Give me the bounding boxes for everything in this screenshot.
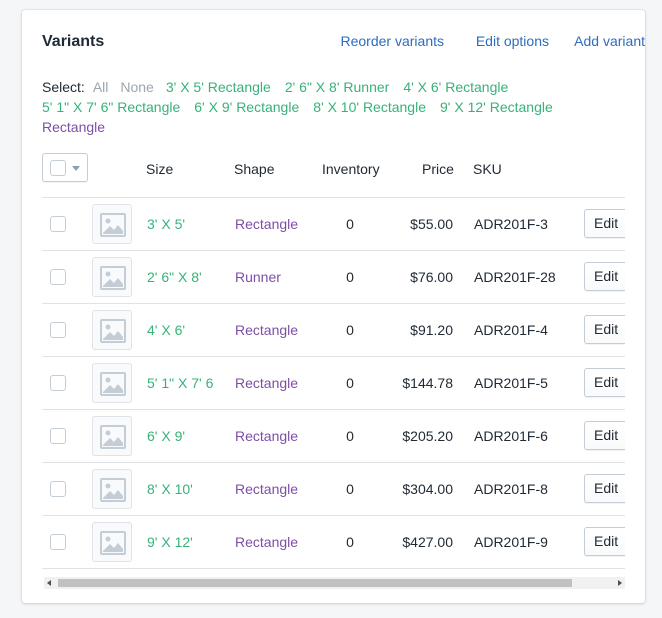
variant-size-link[interactable]: 8' X 10' [147, 463, 219, 515]
variant-price: $55.00 [410, 216, 453, 232]
image-placeholder-icon[interactable] [92, 522, 132, 562]
image-placeholder-icon[interactable] [92, 416, 132, 456]
variant-price: $304.00 [402, 481, 453, 497]
variant-sku: ADR201F-8 [474, 481, 548, 497]
select-all-link[interactable]: All [93, 79, 109, 95]
row-checkbox[interactable] [50, 534, 66, 550]
edit-variant-button[interactable]: Edit [584, 421, 625, 450]
edit-variant-button[interactable]: Edit [584, 368, 625, 397]
chevron-down-icon [72, 166, 80, 171]
row-checkbox[interactable] [50, 216, 66, 232]
variant-shape: Rectangle [235, 322, 299, 338]
edit-options-link[interactable]: Edit options [476, 34, 549, 48]
variant-inventory: 0 [346, 269, 354, 285]
row-checkbox[interactable] [50, 375, 66, 391]
variant-shape: Rectangle [235, 534, 299, 550]
variant-price: $91.20 [410, 322, 453, 338]
variant-size-link[interactable]: 9' X 12' [147, 516, 219, 568]
row-checkbox[interactable] [50, 481, 66, 497]
variant-inventory: 0 [346, 534, 354, 550]
add-variant-link[interactable]: Add variant [574, 34, 645, 48]
table-row: 5' 1" X 7' 6 Rectangle 0 $144.78 ADR201F… [42, 357, 625, 410]
variants-card: Variants Reorder variants Edit options A… [22, 10, 645, 603]
variant-price: $144.78 [402, 375, 453, 391]
edit-variant-button[interactable]: Edit [584, 527, 625, 556]
column-header-size: Size [146, 161, 174, 177]
variant-shape: Rectangle [235, 375, 299, 391]
variant-inventory: 0 [346, 428, 354, 444]
reorder-variants-link[interactable]: Reorder variants [341, 34, 445, 48]
row-checkbox[interactable] [50, 269, 66, 285]
horizontal-scrollbar[interactable] [44, 577, 625, 589]
variant-sku: ADR201F-9 [474, 534, 548, 550]
select-option[interactable]: 3' X 5' Rectangle [166, 79, 271, 95]
table-row: 9' X 12' Rectangle 0 $427.00 ADR201F-9 E… [42, 516, 625, 569]
scroll-right-arrow-icon[interactable] [618, 580, 622, 586]
variant-shape: Runner [235, 269, 281, 285]
variant-inventory: 0 [346, 481, 354, 497]
variant-shape: Rectangle [235, 481, 299, 497]
column-header-price: Price [422, 161, 454, 177]
column-header-sku: SKU [473, 161, 502, 177]
variant-size-link[interactable]: 5' 1" X 7' 6 [147, 357, 219, 409]
variant-sku: ADR201F-3 [474, 216, 548, 232]
variant-sku: ADR201F-28 [474, 269, 556, 285]
image-placeholder-icon[interactable] [92, 469, 132, 509]
table-row: 6' X 9' Rectangle 0 $205.20 ADR201F-6 Ed… [42, 410, 625, 463]
table-row: 3' X 5' Rectangle 0 $55.00 ADR201F-3 Edi… [42, 198, 625, 251]
row-checkbox[interactable] [50, 428, 66, 444]
variant-size-link[interactable]: 3' X 5' [147, 198, 219, 250]
row-checkbox[interactable] [50, 322, 66, 338]
variant-shape: Rectangle [235, 428, 299, 444]
card-header: Variants Reorder variants Edit options A… [42, 34, 645, 54]
select-option[interactable]: 4' X 6' Rectangle [403, 79, 508, 95]
select-option[interactable]: 9' X 12' Rectangle [440, 99, 553, 115]
variant-size-link[interactable]: 6' X 9' [147, 410, 219, 462]
select-option[interactable]: 5' 1" X 7' 6" Rectangle [42, 99, 180, 115]
scroll-left-arrow-icon[interactable] [47, 580, 51, 586]
select-none-link[interactable]: None [120, 79, 153, 95]
select-option[interactable]: 6' X 9' Rectangle [194, 99, 299, 115]
variant-size-link[interactable]: 4' X 6' [147, 304, 219, 356]
variants-table: Size Shape Inventory Price SKU 3' X 5' R… [42, 149, 625, 581]
select-option[interactable]: 8' X 10' Rectangle [313, 99, 426, 115]
variant-size-link[interactable]: 2' 6" X 8' [147, 251, 219, 303]
edit-variant-button[interactable]: Edit [584, 474, 625, 503]
variant-inventory: 0 [346, 216, 354, 232]
edit-variant-button[interactable]: Edit [584, 262, 625, 291]
variant-inventory: 0 [346, 322, 354, 338]
variant-inventory: 0 [346, 375, 354, 391]
select-option[interactable]: 2' 6" X 8' Runner [285, 79, 390, 95]
table-header: Size Shape Inventory Price SKU [42, 149, 625, 198]
variant-sku: ADR201F-5 [474, 375, 548, 391]
image-placeholder-icon[interactable] [92, 310, 132, 350]
column-header-shape: Shape [234, 161, 275, 177]
variant-sku: ADR201F-6 [474, 428, 548, 444]
bulk-select-dropdown[interactable] [42, 153, 88, 182]
image-placeholder-icon[interactable] [92, 363, 132, 403]
image-placeholder-icon[interactable] [92, 257, 132, 297]
variant-price: $205.20 [402, 428, 453, 444]
variant-shape: Rectangle [235, 216, 299, 232]
variant-sku: ADR201F-4 [474, 322, 548, 338]
edit-variant-button[interactable]: Edit [584, 315, 625, 344]
image-placeholder-icon[interactable] [92, 204, 132, 244]
scrollbar-thumb[interactable] [58, 579, 572, 587]
card-title: Variants [42, 33, 105, 50]
variant-price: $76.00 [410, 269, 453, 285]
select-option[interactable]: Rectangle [42, 119, 105, 135]
select-label: Select: [42, 79, 85, 95]
edit-variant-button[interactable]: Edit [584, 209, 625, 238]
table-row: 2' 6" X 8' Runner 0 $76.00 ADR201F-28 Ed… [42, 251, 625, 304]
column-header-inventory: Inventory [322, 161, 380, 177]
variant-price: $427.00 [402, 534, 453, 550]
select-all-checkbox[interactable] [50, 160, 66, 176]
table-row: 4' X 6' Rectangle 0 $91.20 ADR201F-4 Edi… [42, 304, 625, 357]
table-row: 8' X 10' Rectangle 0 $304.00 ADR201F-8 E… [42, 463, 625, 516]
variant-select-filter: Select: All None 3' X 5' Rectangle 2' 6" X 8… [42, 77, 602, 137]
